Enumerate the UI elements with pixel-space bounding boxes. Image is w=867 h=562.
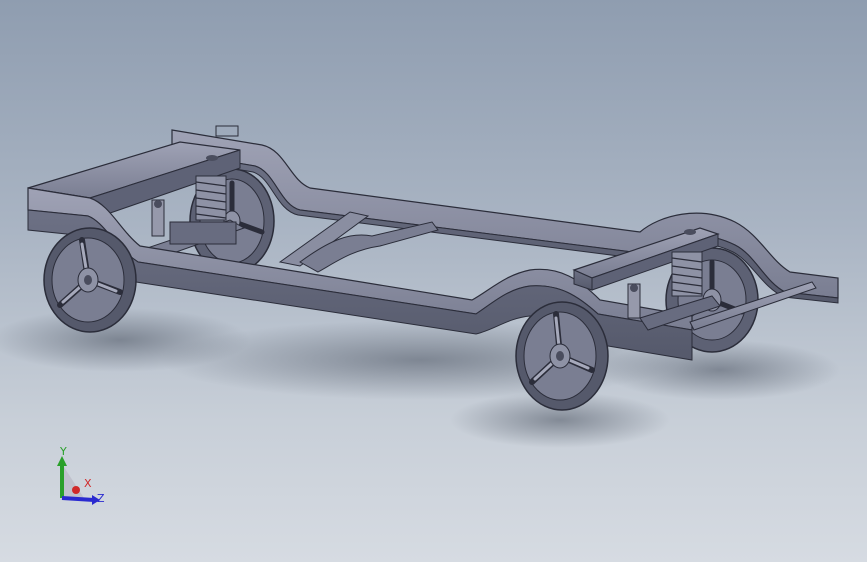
z-axis-arrow: [61, 496, 95, 502]
front-left-wheel[interactable]: [515, 301, 609, 411]
y-axis-label: Y: [59, 445, 67, 458]
rear-left-wheel[interactable]: [43, 227, 137, 333]
z-axis-label: Z: [97, 492, 105, 505]
orientation-triad[interactable]: Y X Z: [57, 445, 105, 505]
chassis-3d-model[interactable]: Y X Z: [0, 0, 867, 562]
graphics-viewport[interactable]: Y X Z: [0, 0, 867, 562]
x-axis-label: X: [84, 477, 92, 490]
triad-plane: [62, 464, 84, 498]
x-axis-dot: [72, 486, 80, 494]
